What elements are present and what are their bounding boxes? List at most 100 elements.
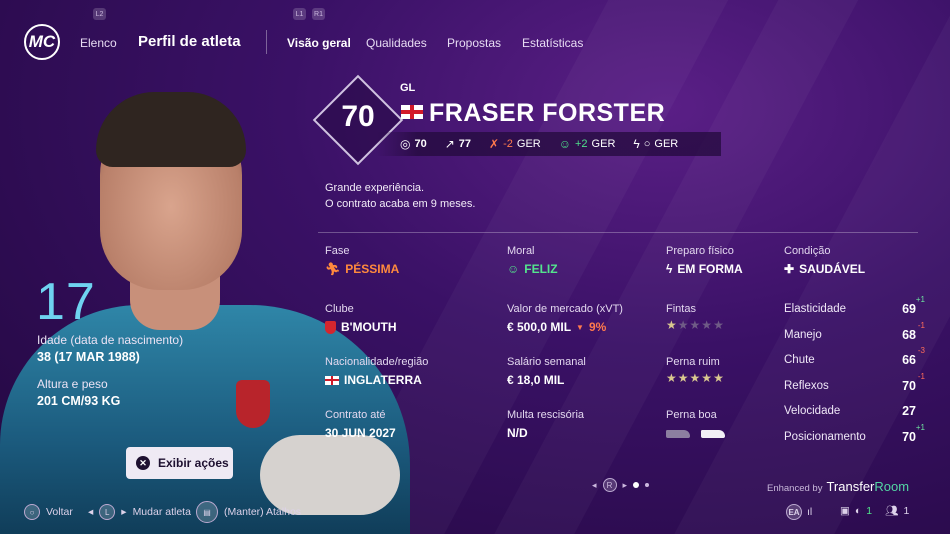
- clube-label: Clube: [325, 303, 354, 315]
- attribute-name: Reflexos: [784, 379, 829, 392]
- nav-divider: [266, 30, 267, 54]
- attribute-change: +1: [915, 295, 925, 304]
- perna-boa-boots: [666, 430, 731, 438]
- enhanced-by-label: Enhanced by: [767, 483, 823, 494]
- tab-estatisticas[interactable]: Estatísticas: [522, 36, 583, 50]
- section-divider: [318, 232, 918, 233]
- fitness-chip: ϟ ○ GER: [633, 138, 678, 150]
- shirt-number: 17: [36, 273, 96, 331]
- moral-label: Moral: [507, 245, 535, 257]
- pager-dot-active[interactable]: [633, 482, 640, 488]
- friends-count: 1: [903, 504, 910, 517]
- height-weight-label: Altura e peso: [37, 377, 108, 391]
- fintas-label: Fintas: [666, 303, 696, 315]
- attribute-row: Chute 66 -3: [784, 346, 925, 374]
- age-label: Idade (data de nascimento): [37, 333, 184, 347]
- nacionalidade-value-row: INGLATERRA: [325, 373, 422, 387]
- l1-button-hint: L1: [293, 8, 306, 20]
- circle-button-icon: ○: [24, 504, 40, 520]
- show-actions-button[interactable]: ✕ Exibir ações: [126, 447, 233, 479]
- valor-value-row: € 500,0 MIL ▼ 9%: [507, 320, 606, 334]
- condicao-value-row: ✚ SAUDÁVEL: [784, 262, 865, 276]
- pager-dot[interactable]: [645, 483, 650, 487]
- smiley-icon: ☺: [507, 262, 520, 276]
- valor-down-icon: ▼: [576, 322, 584, 332]
- overall-rating: 70: [341, 100, 375, 133]
- lightning-icon: ϟ: [633, 137, 640, 151]
- running-icon: 🏃︎: [325, 262, 341, 276]
- condicao-value: SAUDÁVEL: [799, 262, 866, 276]
- pager-left-icon[interactable]: ◂: [592, 480, 597, 491]
- player-name: FRASER FORSTER: [429, 99, 666, 127]
- attribute-value: 68: [902, 327, 916, 342]
- system-icons: EA ıl: [786, 504, 812, 520]
- pager: ◂ R ▸: [592, 478, 650, 492]
- controller-icon: ▣: [840, 504, 850, 517]
- moral-value: FELIZ: [524, 262, 558, 276]
- preparo-label: Preparo físico: [666, 245, 734, 257]
- england-flag-icon: [401, 105, 423, 119]
- show-actions-label: Exibir ações: [158, 456, 229, 470]
- transferroom-logo: TransferRoom: [826, 479, 909, 494]
- player-hair: [96, 92, 246, 167]
- voltar-hint[interactable]: ○ Voltar: [24, 504, 73, 520]
- potential-chip: ↗ 77: [445, 138, 471, 150]
- morale-delta: +2: [575, 138, 588, 150]
- england-flag-icon: [325, 375, 339, 385]
- attribute-value: 70: [902, 378, 916, 393]
- attribute-name: Velocidade: [784, 405, 841, 418]
- running-icon: ✗: [489, 137, 500, 151]
- smiley-icon: ☺: [558, 137, 571, 151]
- moral-value-row: ☺ FELIZ: [507, 262, 558, 276]
- preparo-value: EM FORMA: [677, 262, 743, 276]
- attribute-value: 27: [902, 404, 916, 419]
- nacionalidade-label: Nacionalidade/região: [325, 356, 429, 368]
- atalhos-hint[interactable]: ▤ (Manter) Atalhos: [196, 501, 301, 523]
- attribute-change: +1: [915, 423, 925, 432]
- star-filled-icon: ★: [666, 318, 678, 332]
- fase-value: PÉSSIMA: [345, 262, 400, 276]
- ea-icon[interactable]: EA: [786, 504, 802, 520]
- nav-elenco[interactable]: Elenco: [80, 36, 117, 50]
- salario-label: Salário semanal: [507, 356, 586, 368]
- tab-propostas[interactable]: Propostas: [447, 36, 501, 50]
- club-crest-icon: [325, 320, 336, 334]
- friends-icon[interactable]: 👥︎: [885, 504, 898, 517]
- tab-qualidades[interactable]: Qualidades: [366, 36, 427, 50]
- form-unit: GER: [516, 138, 541, 150]
- r1-button-hint: R1: [312, 8, 325, 20]
- age-value: 38 (17 MAR 1988): [37, 350, 140, 364]
- star-empty-icon: ★: [677, 318, 690, 332]
- atalhos-label: (Manter) Atalhos: [224, 506, 302, 518]
- attribute-row: Velocidade 27: [784, 404, 916, 425]
- height-weight-value: 201 CM/93 KG: [37, 394, 121, 408]
- position-label: GL: [400, 82, 416, 94]
- star-filled-icon: ★: [666, 371, 678, 385]
- valor-change: 9%: [588, 320, 607, 334]
- morale-unit: GER: [591, 138, 616, 150]
- app-logo: MC: [24, 24, 60, 60]
- nacionalidade-value: INGLATERRA: [344, 373, 422, 387]
- fitness-value: ○: [643, 138, 651, 150]
- star-filled-icon: ★: [713, 371, 725, 385]
- morale-chip: ☺ +2 GER: [559, 138, 616, 150]
- l2-button-hint: L2: [93, 8, 106, 20]
- right-boot-icon: [701, 430, 725, 438]
- attribute-name: Elasticidade: [784, 303, 847, 315]
- attribute-change: -1: [917, 320, 925, 330]
- pager-right-icon[interactable]: ▸: [623, 480, 628, 491]
- valor-value: € 500,0 MIL: [507, 320, 572, 334]
- tab-visao-geral[interactable]: Visão geral: [287, 36, 351, 50]
- attribute-change: -3: [917, 346, 925, 356]
- attribute-value: 70: [902, 430, 916, 444]
- signal-icon: ıl: [807, 506, 813, 518]
- multa-value: N/D: [507, 426, 528, 440]
- top-navigation: MC L2 Elenco Perfil de atleta L1 R1 Visã…: [0, 0, 950, 85]
- attribute-name: Manejo: [784, 328, 822, 341]
- attribute-row: Posicionamento 70 +1: [784, 423, 925, 451]
- clube-value-row[interactable]: B'MOUTH: [325, 320, 397, 334]
- lightning-icon: ϟ: [666, 262, 673, 276]
- form-chip: ✗ -2 GER: [489, 138, 541, 150]
- left-arrow-icon: ◂: [88, 506, 94, 518]
- mudar-atleta-hint[interactable]: ◂ L ▸ Mudar atleta: [88, 504, 191, 520]
